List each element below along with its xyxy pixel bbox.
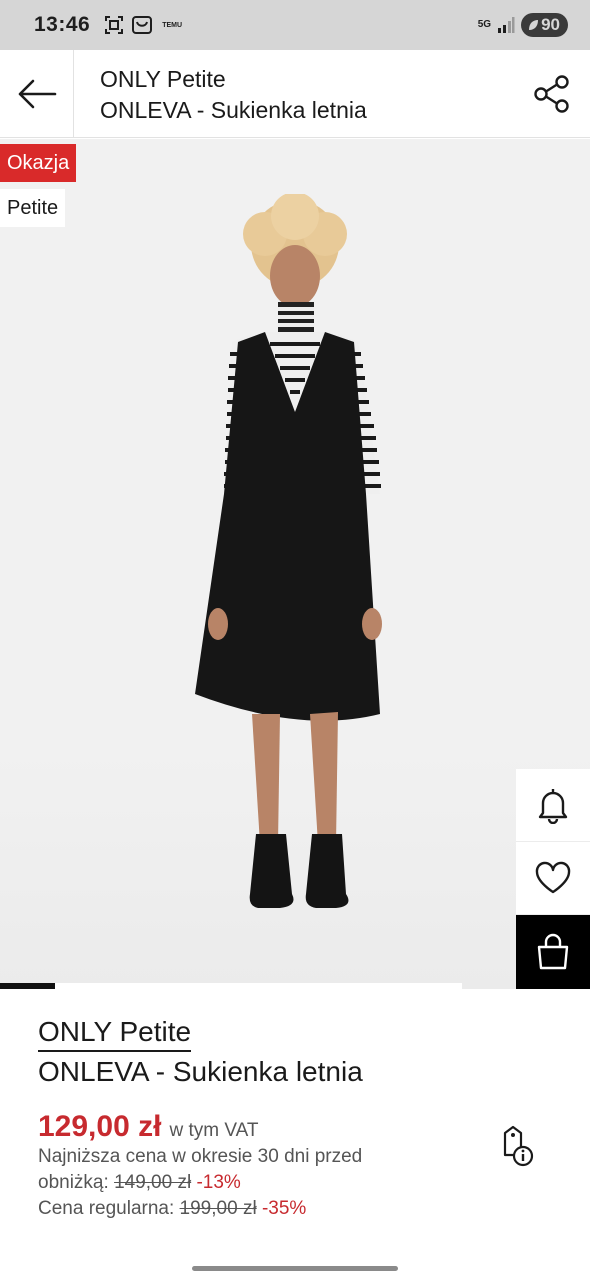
side-actions <box>516 769 590 989</box>
lowest-price-line-2: obniżką: 149,00 zł -13% <box>38 1170 558 1196</box>
product-info: ONLY Petite ONLEVA - Sukienka letnia 129… <box>38 1014 558 1222</box>
signal-icon <box>497 16 515 34</box>
header-product-name: ONLEVA - Sukienka letnia <box>100 97 367 123</box>
regular-price-value: 199,00 zł <box>179 1198 257 1219</box>
price-row: 129,00 zł w tym VAT <box>38 1110 558 1144</box>
leaf-icon <box>529 20 539 30</box>
wishlist-button[interactable] <box>516 842 590 915</box>
arrow-left-icon <box>18 79 56 109</box>
header-titles: ONLY Petite ONLEVA - Sukienka letnia <box>100 64 367 126</box>
current-price: 129,00 zł <box>38 1110 162 1143</box>
battery-indicator: 90 <box>521 13 568 37</box>
temu-app-icon <box>132 16 153 34</box>
add-to-bag-button[interactable] <box>516 915 590 989</box>
product-name: ONLEVA - Sukienka letnia <box>38 1056 363 1087</box>
deal-badge: Okazja <box>0 144 77 182</box>
app-header: ONLY Petite ONLEVA - Sukienka letnia <box>0 50 590 138</box>
screenshot-icon <box>104 15 124 35</box>
gallery-progress <box>0 983 462 989</box>
back-button[interactable] <box>0 50 74 138</box>
notify-button[interactable] <box>516 769 590 842</box>
share-button[interactable] <box>528 70 576 118</box>
vat-note: w tym VAT <box>169 1120 259 1141</box>
regular-price-line: Cena regularna: 199,00 zł -35% <box>38 1196 558 1222</box>
temu-label: TEMU <box>162 21 183 29</box>
price-info-button[interactable] <box>494 1122 538 1170</box>
lowest-price-discount: -13% <box>196 1172 241 1193</box>
header-brand: ONLY Petite <box>100 66 226 92</box>
lowest-price-line-1: Najniższa cena w okresie 30 dni przed <box>38 1146 363 1167</box>
heart-icon <box>535 861 571 894</box>
petite-badge: Petite <box>0 189 66 227</box>
battery-level: 90 <box>541 15 560 34</box>
product-image-gallery[interactable]: Okazja Petite <box>0 139 590 989</box>
lowest-price-value: 149,00 zł <box>114 1172 192 1193</box>
network-type: 5G <box>477 19 492 30</box>
product-detail-screen: 13:46 TEMU 5G 90 ONLY Petite ONLEVA - Su… <box>0 0 590 1280</box>
product-photo <box>195 194 382 908</box>
brand-link[interactable]: ONLY Petite <box>38 1014 192 1052</box>
price-tag-info-icon <box>503 1125 534 1167</box>
gallery-progress-fill <box>0 983 56 989</box>
shopping-bag-icon <box>537 933 569 970</box>
lowest-price-label: obniżką: <box>38 1172 109 1193</box>
share-icon <box>534 75 569 113</box>
regular-price-label: Cena regularna: <box>38 1198 175 1219</box>
home-indicator[interactable] <box>192 1266 398 1271</box>
bell-icon <box>538 789 568 824</box>
status-time: 13:46 <box>34 13 91 36</box>
regular-price-discount: -35% <box>261 1198 307 1219</box>
status-bar: 13:46 TEMU 5G 90 <box>0 0 590 50</box>
